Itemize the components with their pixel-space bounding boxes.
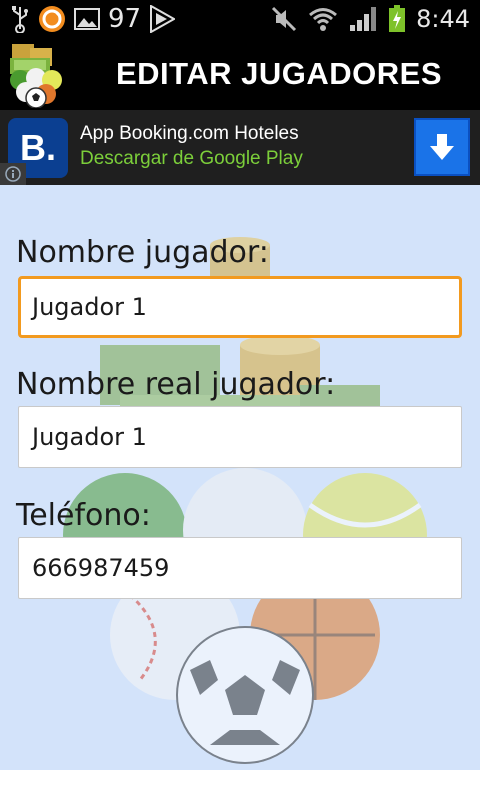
player-name-label: Nombre jugador: xyxy=(16,235,269,270)
ad-download-button[interactable] xyxy=(414,118,470,176)
page-title: EDITAR JUGADORES xyxy=(115,56,443,91)
battery-icon xyxy=(389,5,406,32)
phone-input[interactable]: 666987459 xyxy=(18,537,462,599)
bottom-strip xyxy=(0,770,480,800)
ad-title[interactable]: App Booking.com Hoteles xyxy=(80,123,299,145)
player-name-input[interactable]: Jugador 1 xyxy=(18,276,462,338)
wifi-icon xyxy=(309,8,338,31)
info-icon xyxy=(5,166,21,182)
download-arrow-icon xyxy=(430,134,454,160)
real-name-input[interactable]: Jugador 1 xyxy=(18,406,462,468)
app-notification-icon xyxy=(39,6,65,32)
real-name-label: Nombre real jugador: xyxy=(16,367,336,402)
signal-icon xyxy=(350,7,377,31)
mute-icon xyxy=(272,6,297,32)
image-icon xyxy=(74,8,100,30)
ad-subtitle[interactable]: Descargar de Google Play xyxy=(80,148,303,170)
app-logo-icon xyxy=(10,44,62,108)
phone-label: Teléfono: xyxy=(16,498,151,533)
title-bar: EDITAR JUGADORES xyxy=(0,38,480,110)
ad-banner[interactable]: B. App Booking.com Hoteles Descargar de … xyxy=(0,110,480,185)
ad-info-icon[interactable] xyxy=(0,163,26,185)
play-store-icon xyxy=(150,5,176,33)
form-area: Nombre jugador: Jugador 1 Nombre real ju… xyxy=(0,185,480,770)
clock: 8:44 xyxy=(416,5,470,33)
usb-icon xyxy=(12,6,28,33)
status-bar: 97 8:44 xyxy=(0,0,480,38)
notification-count: 97 xyxy=(108,4,142,34)
